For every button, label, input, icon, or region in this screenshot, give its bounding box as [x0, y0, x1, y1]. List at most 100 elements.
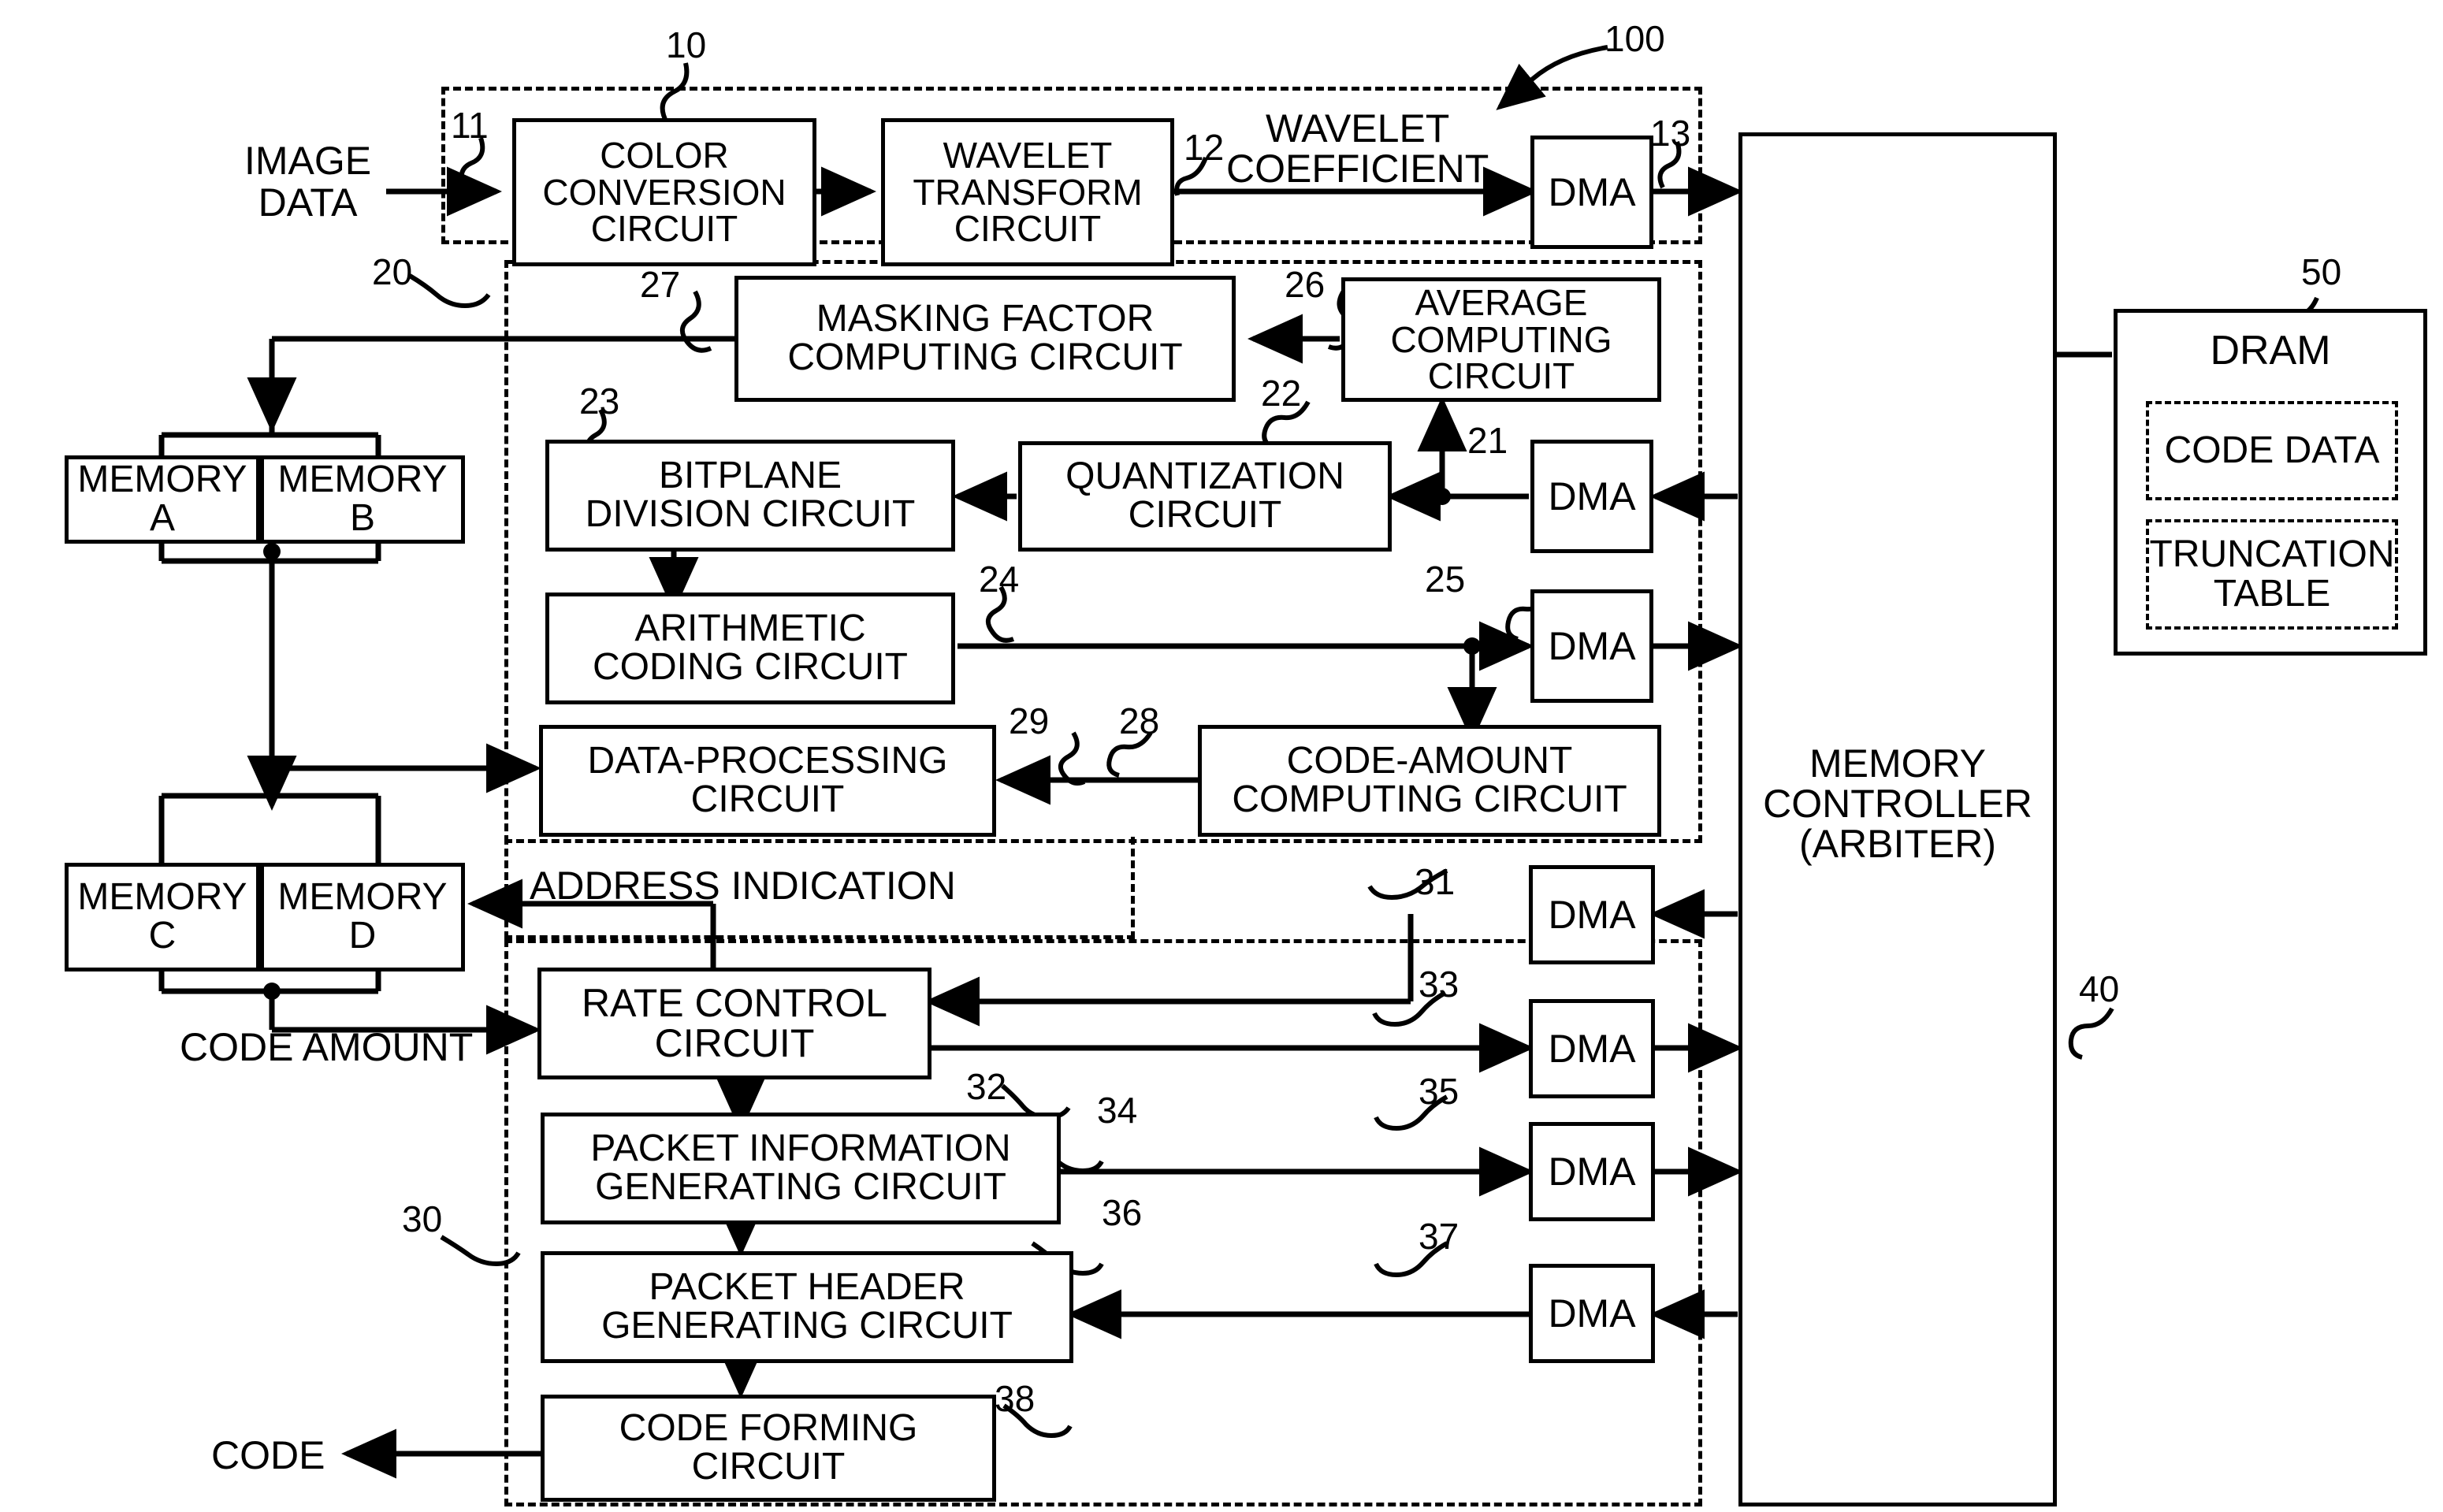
memory-b-line2: B: [349, 497, 375, 539]
ref-22: 22: [1261, 373, 1302, 414]
color-conversion-line1: COLOR: [600, 134, 729, 176]
color-conversion-line3: CIRCUIT: [590, 208, 738, 250]
memory-d-line1: MEMORY: [277, 876, 448, 919]
code-output-label: CODE: [211, 1433, 325, 1477]
bitplane-division-line1: BITPLANE: [658, 455, 842, 497]
block-average-computing-circuit[interactable]: AVERAGE COMPUTING CIRCUIT: [1341, 277, 1661, 402]
block-wavelet-transform-circuit[interactable]: WAVELET TRANSFORM CIRCUIT: [881, 118, 1174, 266]
data-processing-line2: CIRCUIT: [690, 778, 845, 820]
truncation-table-line2: TABLE: [2213, 573, 2331, 615]
block-masking-factor-computing-circuit[interactable]: MASKING FACTOR COMPUTING CIRCUIT: [734, 276, 1236, 402]
image-data-line1: IMAGE: [244, 139, 372, 183]
dma-13-label: DMA: [1548, 169, 1636, 214]
wavelet-coefficient-label: WAVELET COEFFICIENT: [1226, 109, 1489, 189]
ref-31: 31: [1415, 861, 1456, 902]
dram-region-truncation-table: TRUNCATION TABLE: [2146, 519, 2398, 630]
quantization-line1: QUANTIZATION: [1065, 455, 1344, 498]
wavelet-transform-line1: WAVELET: [943, 134, 1113, 176]
ref-37: 37: [1419, 1216, 1459, 1257]
block-dram[interactable]: DRAM CODE DATA TRUNCATION TABLE: [2114, 309, 2427, 656]
ref-38: 38: [995, 1378, 1036, 1419]
ref-29: 29: [1009, 700, 1050, 741]
ref-27: 27: [640, 264, 681, 305]
block-quantization-circuit[interactable]: QUANTIZATION CIRCUIT: [1018, 441, 1392, 552]
ref-33: 33: [1419, 964, 1459, 1005]
average-computing-line3: CIRCUIT: [1427, 355, 1575, 397]
masking-factor-line1: MASKING FACTOR: [816, 298, 1155, 340]
dma-31-label: DMA: [1548, 892, 1636, 937]
dma-37-label: DMA: [1548, 1291, 1636, 1336]
ref-28: 28: [1119, 700, 1160, 741]
ref-36: 36: [1102, 1192, 1143, 1233]
figure-canvas: 10 100 11 12 13 20 27 26 23 22 21 24 25 …: [0, 0, 2443, 1512]
masking-factor-line2: COMPUTING CIRCUIT: [787, 336, 1183, 378]
block-dma-13[interactable]: DMA: [1530, 136, 1653, 249]
wavelet-coefficient-line1: WAVELET: [1265, 106, 1450, 150]
ref-32: 32: [966, 1066, 1007, 1107]
block-dma-33[interactable]: DMA: [1529, 999, 1655, 1098]
dma-21-label: DMA: [1548, 474, 1636, 518]
block-packet-information-generating-circuit[interactable]: PACKET INFORMATION GENERATING CIRCUIT: [541, 1113, 1061, 1224]
address-indication-label: ADDRESS INDICATION: [530, 864, 956, 908]
code-amount-label: CODE AMOUNT: [180, 1025, 474, 1069]
block-arithmetic-coding-circuit[interactable]: ARITHMETIC CODING CIRCUIT: [545, 593, 955, 704]
block-memory-d[interactable]: MEMORY D: [260, 863, 465, 971]
image-data-line2: DATA: [258, 180, 358, 225]
block-code-forming-circuit[interactable]: CODE FORMING CIRCUIT: [541, 1395, 996, 1502]
ref-35: 35: [1419, 1071, 1459, 1112]
block-memory-c[interactable]: MEMORY C: [65, 863, 260, 971]
block-dma-37[interactable]: DMA: [1529, 1264, 1655, 1363]
memory-c-line2: C: [148, 915, 177, 957]
average-computing-line2: COMPUTING: [1390, 318, 1612, 360]
memory-controller-line1: MEMORY: [1809, 741, 1987, 786]
block-color-conversion-circuit[interactable]: COLOR CONVERSION CIRCUIT: [512, 118, 816, 266]
code-forming-line1: CODE FORMING: [619, 1407, 918, 1450]
ref-40: 40: [2079, 968, 2120, 1009]
ref-100: 100: [1604, 18, 1665, 59]
rate-control-line1: RATE CONTROL: [582, 981, 887, 1025]
memory-a-line1: MEMORY: [77, 459, 247, 501]
block-code-amount-computing-circuit[interactable]: CODE-AMOUNT COMPUTING CIRCUIT: [1198, 725, 1661, 837]
memory-controller-line2: CONTROLLER: [1763, 781, 2032, 826]
code-forming-line2: CIRCUIT: [691, 1446, 846, 1488]
wavelet-transform-line2: TRANSFORM: [913, 171, 1143, 213]
block-rate-control-circuit[interactable]: RATE CONTROL CIRCUIT: [537, 968, 931, 1079]
ref-30: 30: [402, 1198, 443, 1239]
block-memory-controller[interactable]: MEMORY CONTROLLER (ARBITER): [1738, 132, 2057, 1506]
block-dma-35[interactable]: DMA: [1529, 1122, 1655, 1221]
block-memory-b[interactable]: MEMORY B: [260, 455, 465, 544]
code-data-label: CODE DATA: [2164, 429, 2380, 471]
memory-c-line1: MEMORY: [77, 876, 247, 919]
dram-region-code-data: CODE DATA: [2146, 401, 2398, 500]
block-packet-header-generating-circuit[interactable]: PACKET HEADER GENERATING CIRCUIT: [541, 1251, 1073, 1363]
wavelet-transform-line3: CIRCUIT: [954, 208, 1102, 250]
ref-20: 20: [372, 251, 413, 292]
dma-35-label: DMA: [1548, 1149, 1636, 1194]
packet-header-line1: PACKET HEADER: [649, 1266, 965, 1309]
block-bitplane-division-circuit[interactable]: BITPLANE DIVISION CIRCUIT: [545, 440, 955, 552]
data-processing-line1: DATA-PROCESSING: [587, 740, 948, 782]
truncation-table-line1: TRUNCATION: [2149, 533, 2395, 575]
packet-information-line1: PACKET INFORMATION: [590, 1127, 1011, 1170]
dma-33-label: DMA: [1548, 1026, 1636, 1071]
ref-23: 23: [579, 381, 620, 422]
code-amount-computing-line1: CODE-AMOUNT: [1286, 740, 1573, 782]
packet-information-line2: GENERATING CIRCUIT: [595, 1166, 1006, 1208]
block-dma-21[interactable]: DMA: [1530, 440, 1653, 553]
ref-26: 26: [1285, 264, 1326, 305]
ref-12: 12: [1184, 127, 1225, 168]
block-dma-25[interactable]: DMA: [1530, 589, 1653, 703]
block-data-processing-circuit[interactable]: DATA-PROCESSING CIRCUIT: [539, 725, 996, 837]
block-memory-a[interactable]: MEMORY A: [65, 455, 260, 544]
memory-d-line2: D: [348, 915, 377, 957]
quantization-line2: CIRCUIT: [1128, 494, 1282, 536]
ref-25: 25: [1425, 559, 1466, 600]
ref-24: 24: [979, 559, 1020, 600]
block-dma-31[interactable]: DMA: [1529, 865, 1655, 964]
color-conversion-line2: CONVERSION: [542, 171, 786, 213]
wavelet-coefficient-line2: COEFFICIENT: [1226, 147, 1489, 191]
average-computing-line1: AVERAGE: [1415, 281, 1588, 323]
arithmetic-coding-line1: ARITHMETIC: [634, 607, 866, 650]
ref-34: 34: [1097, 1090, 1138, 1131]
code-amount-computing-line2: COMPUTING CIRCUIT: [1232, 778, 1627, 820]
